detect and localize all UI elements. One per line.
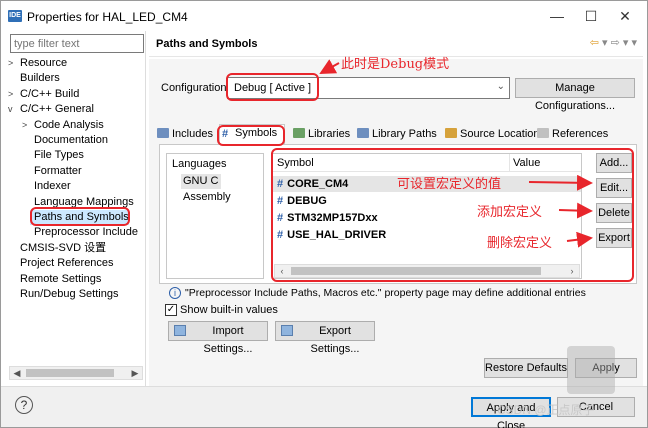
annotation-arrows (319, 59, 593, 248)
arrow-to-edit (528, 174, 593, 191)
watermark-text: CSDN @正点原子 (497, 403, 595, 417)
watermark-logo (567, 346, 615, 394)
properties-dialog: IDE Properties for HAL_LED_CM4 — ☐ ✕ >Re… (0, 0, 648, 428)
arrow-to-add (558, 202, 593, 219)
arrow-to-configuration (319, 59, 340, 74)
arrow-to-delete (566, 231, 593, 248)
